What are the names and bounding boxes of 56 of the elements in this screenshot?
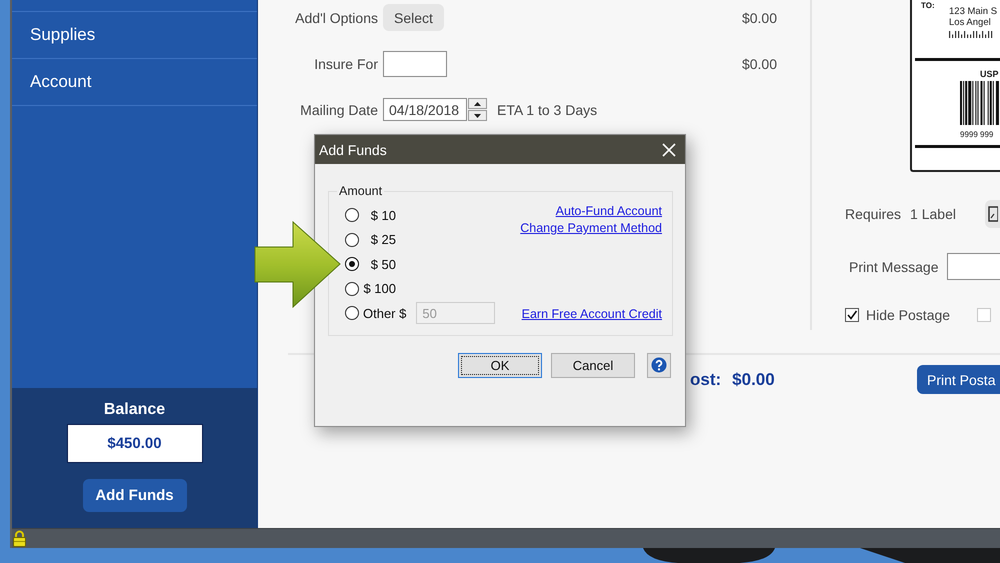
lock-icon (13, 530, 26, 547)
radio-button[interactable] (345, 306, 359, 320)
spin-down-button[interactable] (468, 110, 487, 121)
address-line: Los Angel (949, 17, 992, 28)
icon-button[interactable] (985, 200, 1000, 228)
tracking-number: 9999 999 (960, 130, 994, 140)
balance-label: Balance (104, 400, 166, 420)
dialog-title: Add Funds (319, 142, 387, 158)
checkbox[interactable] (845, 308, 859, 322)
dialog-link[interactable]: Change Payment Method (520, 220, 662, 237)
close-icon (662, 142, 676, 156)
radio-button[interactable] (345, 257, 359, 272)
postal-barcode-drawing (949, 31, 993, 38)
total-value: $0.00 (732, 370, 775, 390)
message-label: Print Message (849, 258, 938, 274)
group-title: Amount (338, 184, 384, 198)
help-icon (651, 357, 667, 373)
total-label: ost: (690, 370, 722, 390)
amount-label: $ 50 (370, 256, 396, 272)
radio-button[interactable] (345, 208, 359, 222)
eta-text: ETA 1 to 3 Days (497, 102, 598, 118)
select-button[interactable]: Select (383, 4, 444, 31)
dialog-link[interactable]: Auto-Fund Account (556, 203, 662, 220)
page-icon (988, 206, 998, 222)
close-button[interactable] (662, 142, 676, 156)
dialog-button[interactable]: Cancel (551, 352, 635, 378)
print-button[interactable]: Print Posta (917, 365, 1000, 394)
dialog-button[interactable]: OK (458, 352, 542, 378)
field-label: Add'l Options (294, 10, 378, 26)
checkbox-label: Hide Postage (866, 307, 950, 323)
field-label: Insure For (313, 56, 378, 72)
caret-down-icon (474, 114, 481, 118)
amount-label: $ 100 (363, 281, 396, 296)
caret-up-icon (474, 102, 481, 106)
address-line: 123 Main S (949, 6, 998, 17)
amount-label: $ 10 (370, 208, 396, 223)
help-button[interactable] (647, 352, 671, 378)
label-text: TO: (921, 0, 936, 12)
requires-value: 1 Label (910, 206, 956, 222)
radio-button[interactable] (345, 232, 359, 247)
amount-label: Other $ (363, 306, 406, 321)
price-text: $0.00 (742, 10, 777, 26)
date-field[interactable]: 04/18/2018 (383, 98, 467, 121)
add-funds-button[interactable]: Add Funds (82, 479, 186, 512)
price-text: $0.00 (742, 56, 777, 72)
carrier-text: USP (980, 69, 1000, 80)
amount-label: $ 25 (370, 232, 396, 248)
requires-label: Requires (845, 206, 902, 222)
radio-button[interactable] (345, 282, 359, 296)
balance-field: $450.00 (66, 424, 202, 463)
message-field[interactable] (947, 253, 1000, 280)
spin-up-button[interactable] (468, 98, 487, 109)
barcode-drawing (960, 81, 1000, 125)
insure-field[interactable] (383, 50, 447, 76)
dialog-link[interactable]: Earn Free Account Credit (522, 306, 662, 322)
field-label: Mailing Date (299, 102, 378, 118)
